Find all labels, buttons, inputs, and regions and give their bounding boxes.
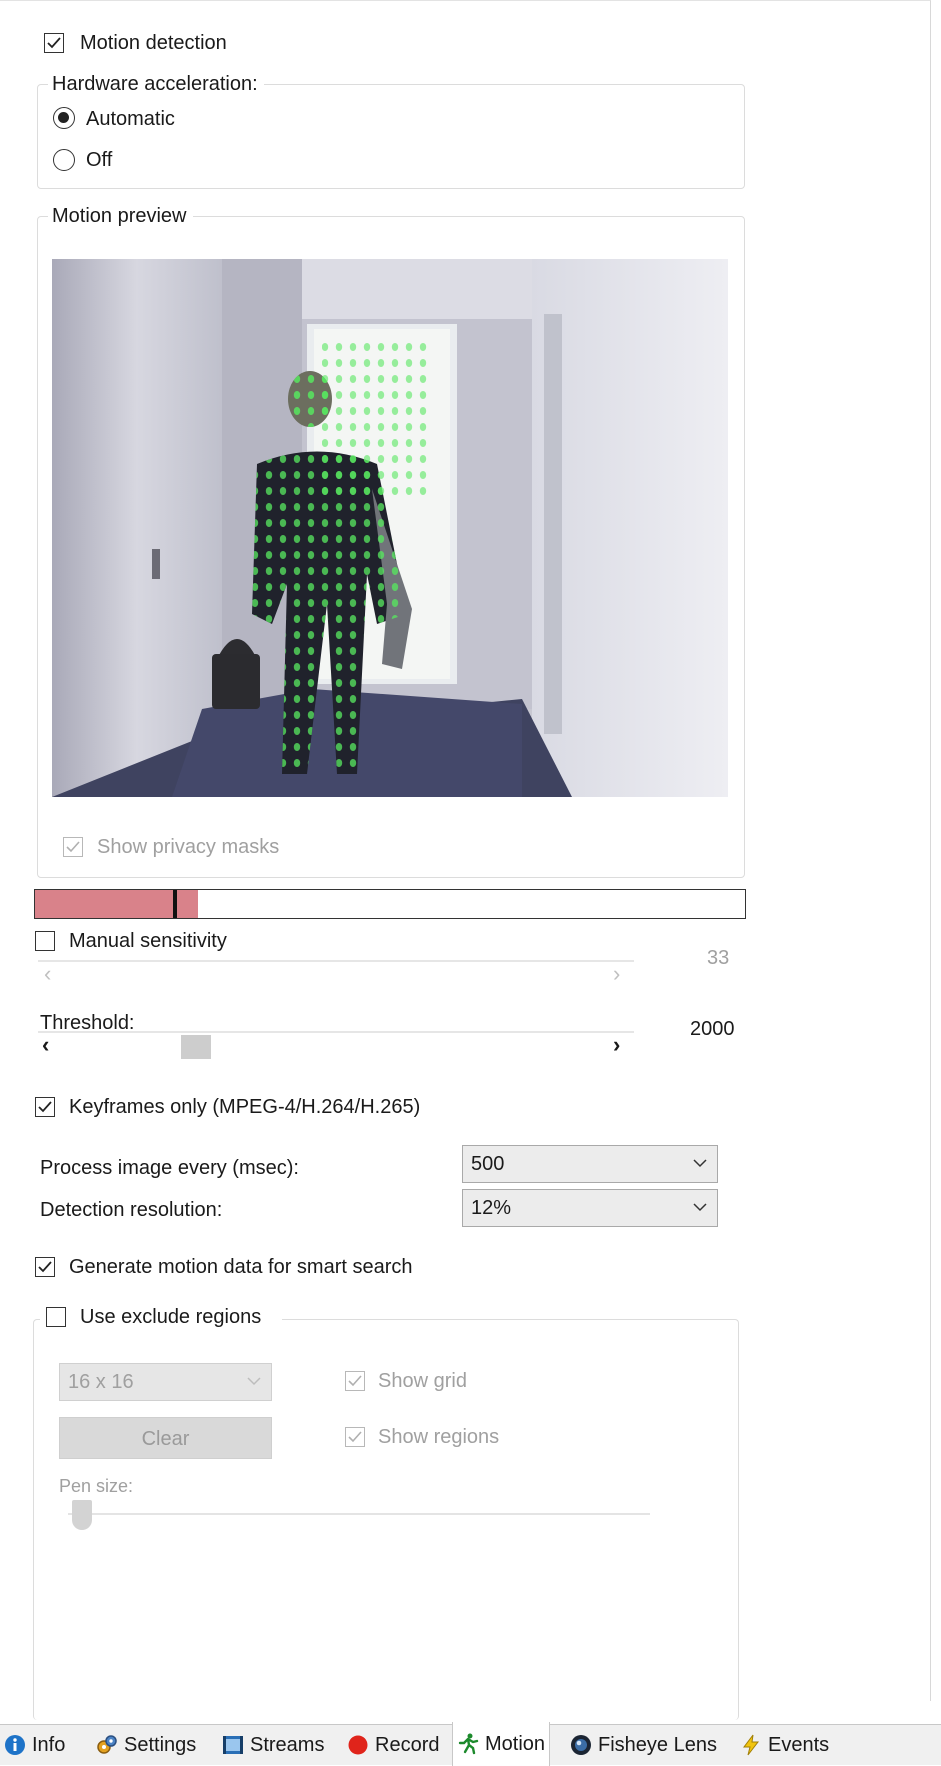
events-icon (743, 1734, 760, 1756)
threshold-slider-thumb[interactable] (181, 1035, 211, 1059)
pen-size-track (68, 1513, 650, 1515)
tab-events-label: Events (768, 1733, 830, 1756)
motion-level-bar (34, 889, 746, 919)
motion-level-marker (173, 890, 177, 918)
sensitivity-left-arrow[interactable]: ‹ (44, 963, 51, 985)
generate-motion-data-checkbox[interactable] (35, 1257, 55, 1277)
sensitivity-right-arrow[interactable]: › (613, 963, 620, 985)
motion-preview-title: Motion preview (48, 204, 193, 228)
motion-icon (458, 1733, 479, 1755)
detection-resolution-value: 12% (471, 1197, 512, 1219)
tab-streams[interactable]: Streams (222, 1725, 324, 1765)
threshold-track (38, 1031, 634, 1033)
hardware-acceleration-title: Hardware acceleration: (48, 72, 264, 96)
use-exclude-regions-checkbox[interactable] (46, 1307, 66, 1327)
grid-size-value: 16 x 16 (68, 1371, 134, 1393)
manual-sensitivity-label: Manual sensitivity (69, 930, 227, 952)
tab-settings[interactable]: Settings (96, 1725, 196, 1765)
show-grid-checkbox[interactable] (345, 1371, 365, 1391)
threshold-right-arrow[interactable]: › (613, 1034, 620, 1056)
clear-button[interactable]: Clear (59, 1417, 272, 1459)
manual-sensitivity-track (38, 960, 634, 962)
streams-icon (223, 1736, 243, 1754)
chevron-down-icon (247, 1377, 261, 1386)
detection-resolution-dropdown[interactable]: 12% (462, 1189, 718, 1227)
tab-fisheye-lens-label: Fisheye Lens (598, 1733, 717, 1756)
keyframes-only-label: Keyframes only (MPEG-4/H.264/H.265) (69, 1096, 421, 1118)
tab-streams-label: Streams (250, 1733, 325, 1756)
detection-resolution-label: Detection resolution: (40, 1199, 223, 1221)
hardware-acceleration-group (37, 84, 745, 189)
threshold-left-arrow[interactable]: ‹ (42, 1034, 49, 1056)
chevron-down-icon (693, 1203, 707, 1212)
fisheye-lens-icon (571, 1735, 591, 1755)
automatic-radio[interactable] (53, 107, 75, 129)
show-privacy-masks-label: Show privacy masks (97, 836, 280, 858)
off-radio[interactable] (53, 149, 75, 171)
show-grid-label: Show grid (378, 1370, 467, 1392)
generate-motion-data-label: Generate motion data for smart search (69, 1256, 413, 1278)
tab-motion-label: Motion (485, 1732, 546, 1755)
threshold-value: 2000 (690, 1018, 735, 1040)
tab-strip: Info Settings Streams Record Motion Fish… (0, 1722, 941, 1766)
use-exclude-regions-label: Use exclude regions (80, 1306, 262, 1328)
show-regions-label: Show regions (378, 1426, 500, 1448)
pen-size-label: Pen size: (59, 1476, 134, 1496)
motion-detection-checkbox[interactable] (44, 33, 64, 53)
info-icon (5, 1735, 25, 1755)
process-image-value: 500 (471, 1153, 505, 1175)
pen-size-slider-thumb[interactable] (72, 1500, 92, 1530)
tab-settings-label: Settings (124, 1733, 197, 1756)
chevron-down-icon (693, 1159, 707, 1168)
tab-record[interactable]: Record (347, 1725, 439, 1765)
grid-size-dropdown[interactable]: 16 x 16 (59, 1363, 272, 1401)
keyframes-only-checkbox[interactable] (35, 1097, 55, 1117)
record-icon (348, 1735, 368, 1755)
tab-fisheye-lens[interactable]: Fisheye Lens (570, 1725, 717, 1765)
automatic-label: Automatic (86, 108, 175, 130)
process-image-dropdown[interactable]: 500 (462, 1145, 718, 1183)
manual-sensitivity-checkbox[interactable] (35, 931, 55, 951)
tab-info-label: Info (32, 1733, 66, 1756)
manual-sensitivity-value: 33 (707, 947, 730, 969)
off-label: Off (86, 149, 113, 171)
tab-info[interactable]: Info (4, 1725, 65, 1765)
process-image-label: Process image every (msec): (40, 1157, 299, 1179)
show-regions-checkbox[interactable] (345, 1427, 365, 1447)
motion-detection-label: Motion detection (80, 32, 227, 54)
camera-preview-image (52, 259, 728, 797)
tab-motion[interactable]: Motion (452, 1722, 551, 1766)
settings-icon (97, 1735, 117, 1754)
show-privacy-masks-checkbox[interactable] (63, 837, 83, 857)
tab-record-label: Record (375, 1733, 440, 1756)
tab-events[interactable]: Events (740, 1725, 829, 1765)
